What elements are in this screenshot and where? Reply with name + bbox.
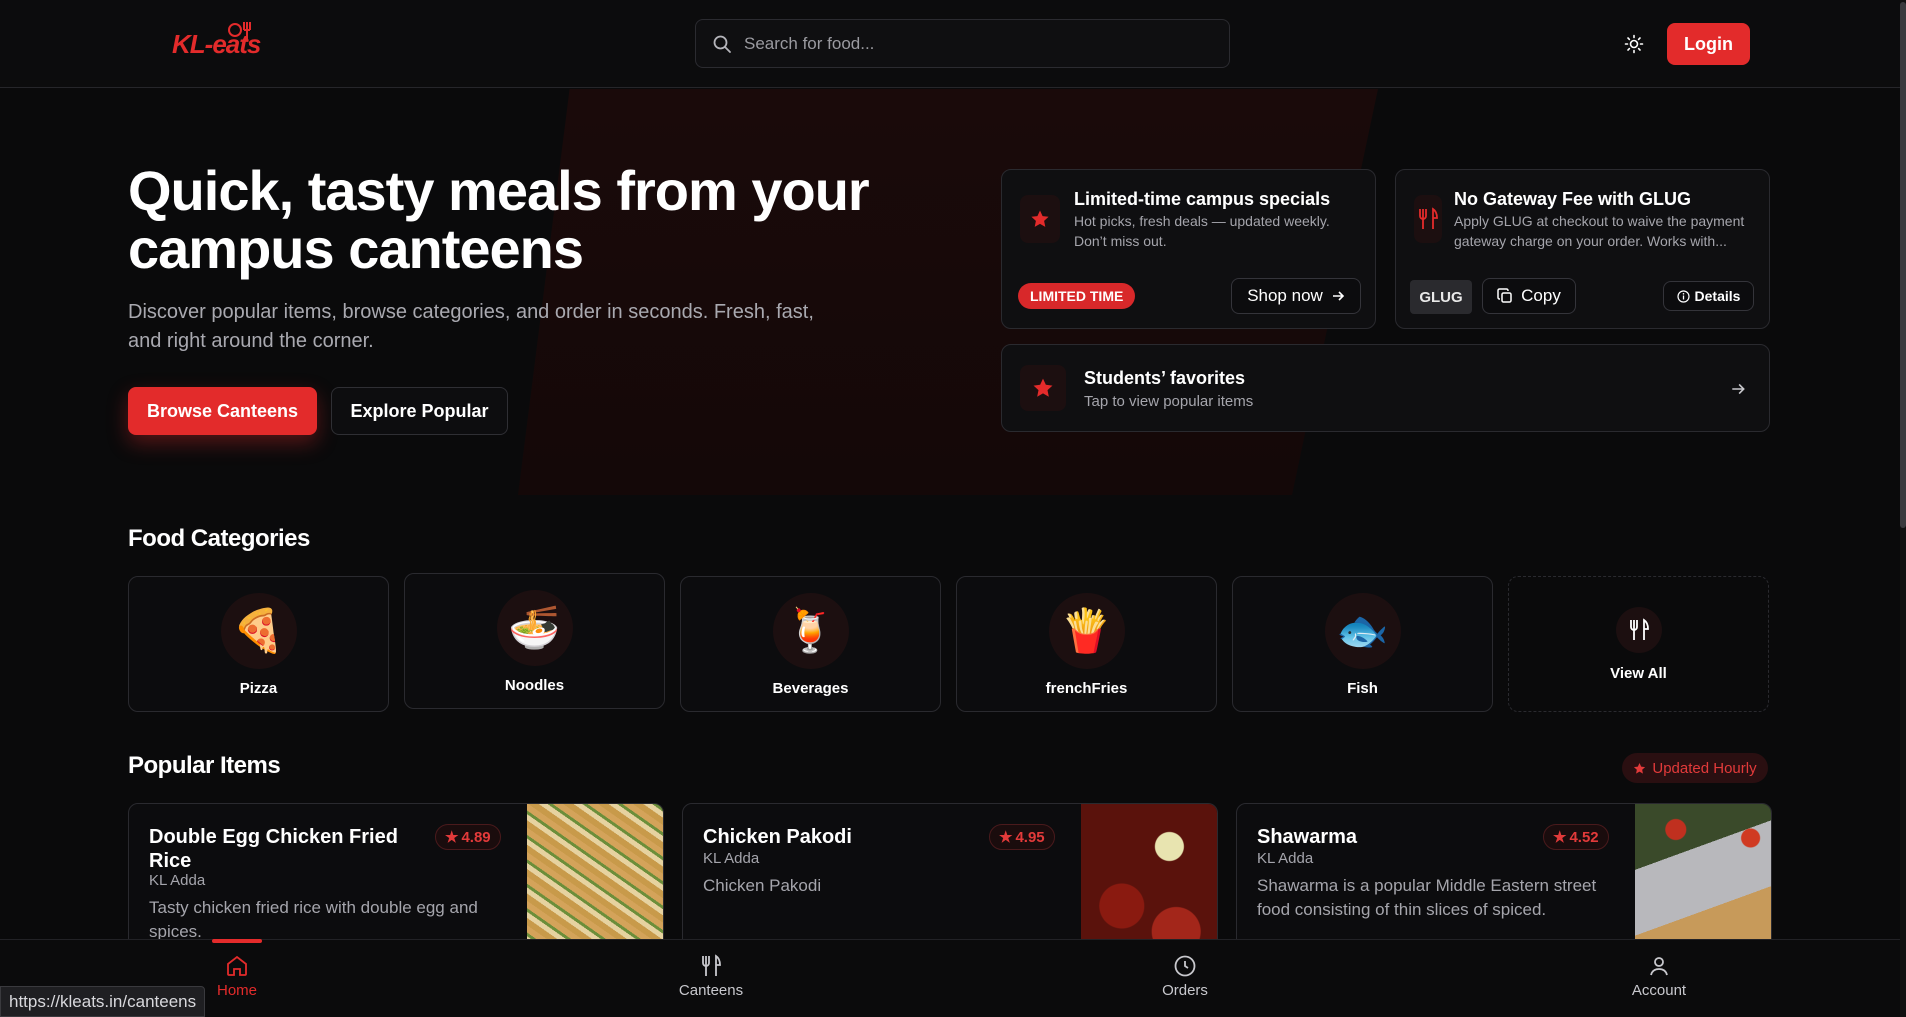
favorites-icon-box (1020, 365, 1066, 411)
limited-time-badge: LIMITED TIME (1018, 283, 1136, 309)
favorites-title: Students’ favorites (1084, 368, 1246, 388)
search-bar[interactable] (695, 19, 1230, 68)
nav-label: Account (1631, 982, 1687, 999)
arrow-right-icon (1732, 383, 1745, 395)
hero-subtitle: Discover popular items, browse categorie… (128, 301, 814, 352)
category-beverages[interactable]: 🍹 Beverages (680, 576, 941, 712)
nav-label: Orders (1162, 982, 1208, 999)
promo-desc: Apply GLUG at checkout to waive the paym… (1454, 213, 1745, 249)
nav-label: Canteens (678, 982, 744, 999)
categories-title: Food Categories (128, 525, 310, 552)
category-frenchfries[interactable]: 🍟 frenchFries (956, 576, 1217, 712)
arrow-right-icon (1332, 291, 1344, 301)
shop-now-label: Shop now (1247, 286, 1323, 305)
star-icon (1031, 210, 1049, 227)
fork-knife-icon (702, 954, 721, 976)
category-label: Noodles (504, 677, 565, 694)
beverage-icon: 🍹 (772, 593, 849, 669)
updated-hourly-label: Updated Hourly (1652, 759, 1757, 777)
category-label: Pizza (239, 680, 278, 697)
sun-icon (1624, 34, 1644, 54)
item-name: Chicken Pakodi (703, 826, 852, 848)
star-icon: ★ (999, 829, 1013, 846)
star-icon: ★ (1553, 829, 1567, 846)
item-description: Chicken Pakodi (703, 876, 822, 895)
coupon-code: GLUG (1410, 280, 1472, 314)
category-view-all[interactable]: View All (1508, 576, 1769, 712)
category-pizza[interactable]: 🍕 Pizza (128, 576, 389, 712)
logo[interactable]: KL-eats (172, 22, 261, 64)
promo-desc: Hot picks, fresh deals — updated weekly.… (1074, 213, 1330, 249)
noodles-icon: 🍜 (496, 590, 573, 666)
item-rating: ★ 4.52 (1543, 824, 1609, 850)
fork-knife-icon (1419, 207, 1438, 229)
favorites-subtitle: Tap to view popular items (1084, 393, 1254, 410)
home-icon (227, 955, 247, 976)
item-canteen: KL Adda (1257, 850, 1314, 867)
scrollbar-thumb[interactable] (1900, 2, 1906, 528)
copy-icon (1497, 288, 1512, 303)
search-input[interactable] (744, 33, 1204, 54)
category-label: frenchFries (1045, 680, 1128, 697)
nav-canteens[interactable]: Canteens (651, 954, 771, 999)
item-name: Double Egg Chicken Fried Rice (149, 826, 398, 872)
item-description: Shawarma is a popular Middle Eastern str… (1257, 876, 1597, 919)
user-icon (1650, 957, 1668, 976)
top-header: KL-eats Login (0, 0, 1900, 88)
page: KL-eats Login (0, 0, 1906, 1017)
search-icon (713, 35, 731, 53)
category-noodles[interactable]: 🍜 Noodles (404, 573, 665, 709)
item-name: Shawarma (1257, 826, 1358, 848)
promo-title: Limited-time campus specials (1074, 189, 1331, 209)
scrollbar[interactable] (1900, 0, 1906, 1017)
category-label: Fish (1347, 680, 1378, 697)
nav-active-indicator (212, 939, 262, 943)
item-canteen: KL Adda (703, 850, 760, 867)
hero-title: Quick, tasty meals from your campus cant… (128, 159, 870, 280)
browse-canteens-button[interactable]: Browse Canteens (128, 387, 317, 435)
item-canteen: KL Adda (149, 872, 206, 889)
shop-now-button[interactable]: Shop now (1231, 278, 1361, 314)
promo-card-specials: Limited-time campus specials Hot picks, … (1001, 169, 1376, 329)
star-icon: ★ (445, 829, 459, 846)
promo-icon-box (1020, 195, 1060, 243)
category-fish[interactable]: 🐟 Fish (1232, 576, 1493, 712)
nav-orders[interactable]: Orders (1125, 954, 1245, 999)
clock-icon (1174, 955, 1196, 977)
details-button[interactable]: Details (1663, 281, 1754, 311)
fish-icon: 🐟 (1324, 593, 1401, 669)
rating-value: 4.95 (1015, 828, 1045, 846)
nav-label: Home (216, 982, 257, 999)
promo-icon-box (1414, 195, 1442, 243)
nav-account[interactable]: Account (1599, 954, 1719, 999)
category-label: View All (1610, 665, 1667, 682)
fries-icon: 🍟 (1048, 593, 1125, 669)
pizza-icon: 🍕 (220, 593, 297, 669)
item-rating: ★ 4.89 (435, 824, 501, 850)
details-label: Details (1694, 288, 1741, 304)
copy-label: Copy (1521, 286, 1561, 305)
copy-code-button[interactable]: Copy (1482, 278, 1576, 314)
popular-title: Popular Items (128, 752, 281, 779)
star-icon (1033, 378, 1053, 397)
category-label: Beverages (772, 680, 849, 697)
rating-value: 4.52 (1569, 828, 1599, 846)
star-icon (1634, 762, 1646, 774)
updated-hourly-badge: Updated Hourly (1622, 753, 1768, 783)
bottom-navigation: Home Canteens Orders Account (0, 939, 1900, 1017)
promo-card-glug: No Gateway Fee with GLUG Apply GLUG at c… (1395, 169, 1770, 329)
link-status-bar: https://kleats.in/canteens (0, 986, 206, 1017)
fork-bowl-icon (228, 22, 252, 40)
item-rating: ★ 4.95 (989, 824, 1055, 850)
login-button[interactable]: Login (1667, 23, 1750, 65)
fork-knife-icon (1615, 607, 1662, 653)
rating-value: 4.89 (461, 828, 491, 846)
explore-popular-button[interactable]: Explore Popular (331, 387, 508, 435)
info-icon (1676, 289, 1690, 303)
students-favorites-card[interactable]: Students’ favorites Tap to view popular … (1001, 344, 1770, 432)
theme-toggle-button[interactable] (1622, 32, 1646, 56)
promo-title: No Gateway Fee with GLUG (1454, 189, 1692, 209)
item-description: Tasty chicken fried rice with double egg… (149, 898, 478, 941)
